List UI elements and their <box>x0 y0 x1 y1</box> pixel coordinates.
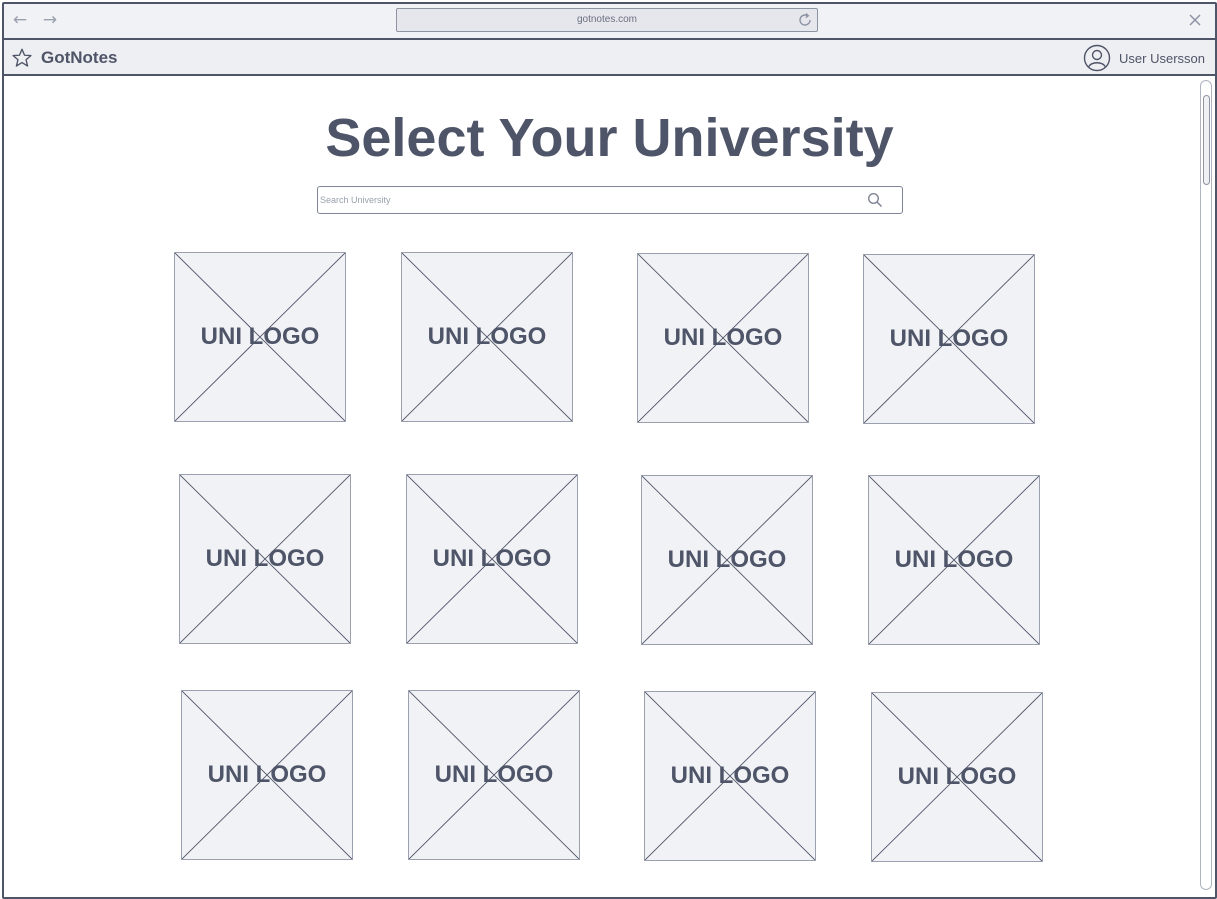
reload-icon[interactable] <box>796 11 814 29</box>
browser-toolbar: ← → gotnotes.com <box>4 4 1215 40</box>
university-logo-label: UNI LOGO <box>667 546 787 573</box>
close-icon[interactable] <box>1185 10 1205 30</box>
arrow-left-icon[interactable]: ← <box>10 10 30 30</box>
url-text: gotnotes.com <box>576 14 638 25</box>
university-tile[interactable]: UNI LOGO <box>401 252 573 422</box>
user-avatar-icon[interactable] <box>1083 44 1111 72</box>
university-logo-label: UNI LOGO <box>894 546 1014 573</box>
university-tile[interactable]: UNI LOGO <box>406 474 578 644</box>
university-logo-label: UNI LOGO <box>427 323 547 350</box>
search-input[interactable] <box>320 189 850 211</box>
university-logo-label: UNI LOGO <box>663 324 783 351</box>
university-logo-label: UNI LOGO <box>207 761 327 788</box>
university-logo-label: UNI LOGO <box>205 545 325 572</box>
address-bar[interactable]: gotnotes.com <box>396 8 818 32</box>
university-logo-label: UNI LOGO <box>897 763 1017 790</box>
user-name: User Usersson <box>1119 50 1205 66</box>
star-icon <box>12 48 32 67</box>
user-menu[interactable]: User Usersson <box>1083 43 1205 73</box>
university-tile[interactable]: UNI LOGO <box>174 252 346 422</box>
university-tile[interactable]: UNI LOGO <box>408 690 580 860</box>
university-tile[interactable]: UNI LOGO <box>181 690 353 860</box>
app-name[interactable]: GotNotes <box>41 40 118 76</box>
university-tile[interactable]: UNI LOGO <box>863 254 1035 424</box>
search-box[interactable] <box>317 186 903 214</box>
scrollbar-thumb[interactable] <box>1203 95 1210 185</box>
university-tile[interactable]: UNI LOGO <box>637 253 809 423</box>
university-tile[interactable]: UNI LOGO <box>644 691 816 861</box>
app-header: GotNotes User Usersson <box>4 40 1215 76</box>
university-logo-label: UNI LOGO <box>200 323 320 350</box>
browser-window: ← → gotnotes.com GotNotes User Usersson <box>2 2 1217 899</box>
page-title: Select Your University <box>325 108 894 168</box>
university-logo-label: UNI LOGO <box>434 761 554 788</box>
university-logo-label: UNI LOGO <box>670 762 790 789</box>
university-tile[interactable]: UNI LOGO <box>179 474 351 644</box>
arrow-right-icon[interactable]: → <box>40 10 60 30</box>
university-tile[interactable]: UNI LOGO <box>871 692 1043 862</box>
university-tile[interactable]: UNI LOGO <box>868 475 1040 645</box>
scrollbar[interactable] <box>1200 80 1212 890</box>
university-logo-label: UNI LOGO <box>889 325 1009 352</box>
university-logo-label: UNI LOGO <box>432 545 552 572</box>
search-icon[interactable] <box>866 191 884 209</box>
university-tile[interactable]: UNI LOGO <box>641 475 813 645</box>
